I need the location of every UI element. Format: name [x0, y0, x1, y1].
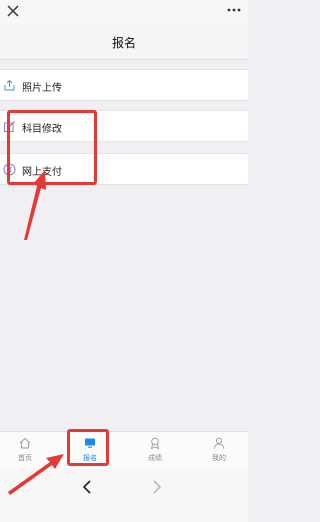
- browser-top-bar: [0, 0, 248, 26]
- tab-label: 我的: [212, 454, 226, 462]
- home-icon: [19, 437, 31, 449]
- chevron-right-icon[interactable]: [146, 477, 166, 497]
- tab-label: 成绩: [148, 454, 162, 462]
- menu-item-photo-upload[interactable]: 照片上传: [0, 69, 248, 101]
- menu-item-label: 照片上传: [22, 83, 62, 94]
- user-icon: [214, 437, 224, 449]
- page-title: 报名: [111, 36, 136, 50]
- annotation-highlight-box: [67, 429, 109, 466]
- upload-icon: [4, 79, 15, 91]
- annotation-arrow-up-icon: [8, 454, 64, 495]
- chevron-left-icon[interactable]: [78, 477, 98, 497]
- more-icon[interactable]: [226, 7, 242, 13]
- title-bar: 报名: [0, 26, 248, 60]
- tab-mine[interactable]: 我的: [194, 432, 244, 470]
- tab-scores[interactable]: 成绩: [130, 432, 180, 470]
- close-icon[interactable]: [6, 4, 20, 18]
- medal-icon: [150, 437, 160, 449]
- annotation-arrow-up-icon: [24, 170, 46, 240]
